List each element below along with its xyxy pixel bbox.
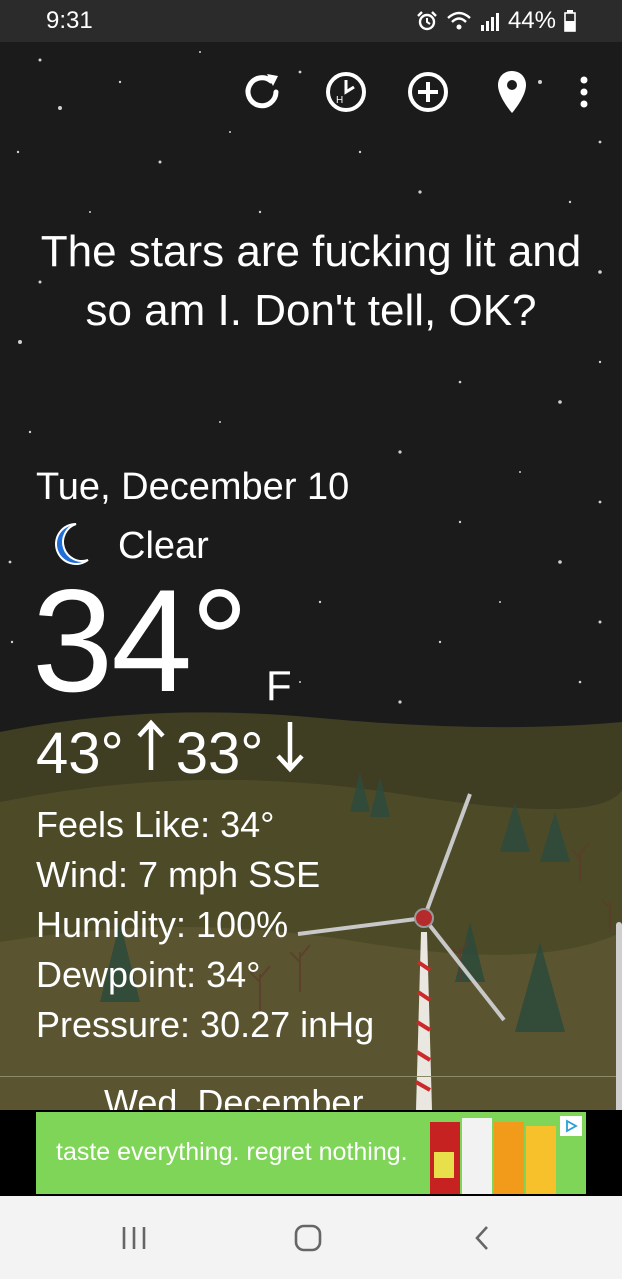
current-date: Tue, December 10 (36, 466, 350, 508)
section-divider (0, 1076, 622, 1077)
system-nav-bar (0, 1196, 622, 1279)
temperature-unit: F (266, 662, 292, 709)
status-icons: 44% (416, 7, 576, 35)
signal-icon (480, 10, 500, 32)
alarm-icon (416, 10, 438, 32)
location-icon[interactable] (486, 66, 538, 118)
arrow-up-icon (134, 718, 168, 788)
recent-apps-icon[interactable] (114, 1218, 154, 1258)
ad-banner[interactable]: taste everything. regret nothing. (0, 1110, 622, 1196)
ad-content[interactable]: taste everything. regret nothing. (36, 1112, 586, 1194)
status-time: 9:31 (46, 7, 93, 34)
arrow-down-icon (273, 718, 307, 788)
back-icon[interactable] (462, 1218, 502, 1258)
wifi-icon (446, 10, 472, 32)
pressure-text: Pressure: 30.27 inHg (36, 1004, 375, 1045)
low-temperature: 33° (175, 720, 264, 786)
dewpoint-text: Dewpoint: 34° (36, 954, 261, 995)
weather-quote: The stars are fucking lit and so am I. D… (40, 227, 582, 335)
current-temperature: 34° (32, 559, 249, 722)
high-temperature: 43° (36, 720, 124, 786)
humidity-text: Humidity: 100% (36, 904, 289, 945)
wind-text: Wind: 7 mph SSE (36, 854, 321, 895)
drink-bottles-image (430, 1118, 556, 1194)
home-icon[interactable] (288, 1218, 328, 1258)
status-bar: 9:31 44% (0, 0, 622, 42)
svg-text:H: H (336, 95, 343, 106)
weather-details: Feels Like: 34° Wind: 7 mph SSE Humidity… (36, 800, 374, 1050)
battery-icon (564, 10, 576, 32)
history-icon[interactable]: H (320, 66, 372, 118)
battery-percent: 44% (507, 7, 556, 34)
refresh-icon[interactable] (236, 66, 288, 118)
high-low-row: 43° 33° (36, 718, 315, 788)
toolbar: H (0, 66, 622, 122)
overflow-menu-icon[interactable] (558, 66, 610, 118)
ad-text: taste everything. regret nothing. (56, 1138, 408, 1166)
ad-choices-icon[interactable] (560, 1116, 582, 1136)
feels-like-text: Feels Like: 34° (36, 804, 275, 845)
add-icon[interactable] (402, 66, 454, 118)
